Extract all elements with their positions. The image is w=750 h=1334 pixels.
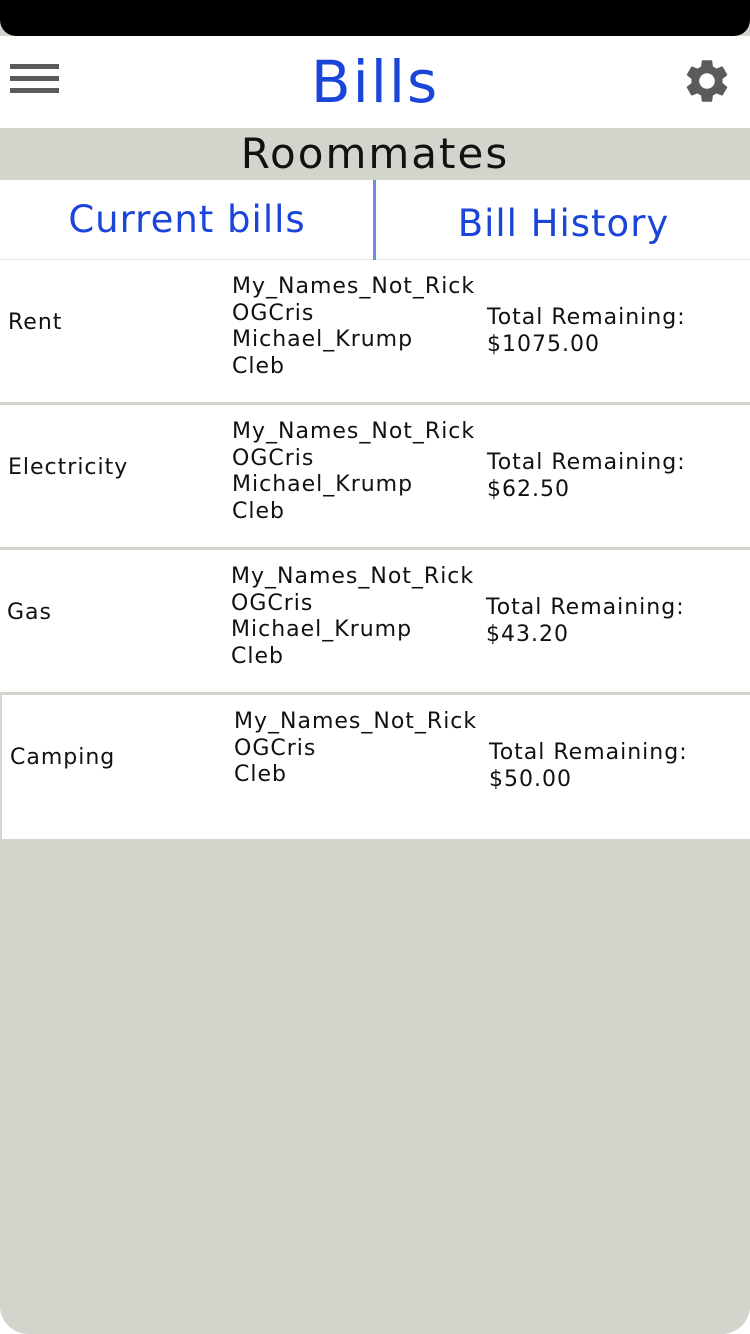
app-header: Bills (0, 36, 750, 128)
member-name: OGCris (232, 300, 315, 326)
member-name: OGCris (232, 445, 315, 471)
bill-total: Total Remaining: $43.20 (486, 595, 685, 648)
member-name: OGCris (234, 735, 317, 761)
status-bar (0, 0, 750, 36)
bill-name: Gas (7, 600, 52, 625)
member-name: Cleb (232, 498, 285, 524)
total-amount: $50.00 (489, 766, 572, 792)
tab-current-bills[interactable]: Current bills (0, 180, 374, 260)
app-screen: Bills Roommates Current bills Bill Histo… (0, 0, 750, 1334)
bill-members: My_Names_Not_Rick OGCris Michael_Krump C… (232, 419, 475, 525)
bill-members: My_Names_Not_Rick OGCris Cleb (234, 709, 477, 789)
member-name: My_Names_Not_Rick (232, 419, 476, 444)
bill-tabs: Current bills Bill History (0, 180, 750, 260)
bill-members: My_Names_Not_Rick OGCris Michael_Krump C… (231, 564, 474, 670)
bill-name: Electricity (8, 455, 129, 480)
total-label: Total Remaining: (489, 740, 688, 765)
bill-row[interactable]: Camping My_Names_Not_Rick OGCris Cleb To… (2, 695, 750, 839)
bill-total: Total Remaining: $62.50 (487, 450, 686, 503)
member-name: My_Names_Not_Rick (232, 274, 476, 299)
group-name: Roommates (0, 128, 750, 180)
page-title: Bills (310, 48, 440, 116)
bill-list: Rent My_Names_Not_Rick OGCris Michael_Kr… (0, 260, 750, 839)
bill-name: Rent (8, 310, 63, 335)
gear-icon[interactable] (681, 55, 733, 107)
bill-row[interactable]: Electricity My_Names_Not_Rick OGCris Mic… (0, 405, 750, 550)
tab-bill-history[interactable]: Bill History (377, 180, 750, 260)
total-label: Total Remaining: (487, 305, 686, 330)
bill-total: Total Remaining: $1075.00 (487, 305, 686, 358)
member-name: Cleb (234, 762, 287, 787)
member-name: Michael_Krump (231, 617, 413, 642)
member-name: Michael_Krump (232, 472, 414, 497)
bill-total: Total Remaining: $50.00 (489, 740, 688, 793)
bill-name: Camping (10, 745, 116, 770)
member-name: Michael_Krump (232, 327, 414, 352)
total-label: Total Remaining: (487, 450, 686, 475)
bill-row[interactable]: Rent My_Names_Not_Rick OGCris Michael_Kr… (0, 260, 750, 405)
member-name: OGCris (231, 590, 314, 616)
bill-members: My_Names_Not_Rick OGCris Michael_Krump C… (232, 274, 475, 380)
member-name: My_Names_Not_Rick (234, 709, 478, 734)
member-name: My_Names_Not_Rick (231, 564, 475, 589)
member-name: Cleb (231, 643, 284, 669)
total-amount: $43.20 (486, 621, 569, 647)
total-amount: $62.50 (487, 476, 570, 502)
total-label: Total Remaining: (486, 595, 685, 620)
tab-divider (373, 180, 376, 260)
total-amount: $1075.00 (487, 331, 600, 357)
member-name: Cleb (232, 353, 285, 379)
bill-row[interactable]: Gas My_Names_Not_Rick OGCris Michael_Kru… (0, 550, 750, 695)
